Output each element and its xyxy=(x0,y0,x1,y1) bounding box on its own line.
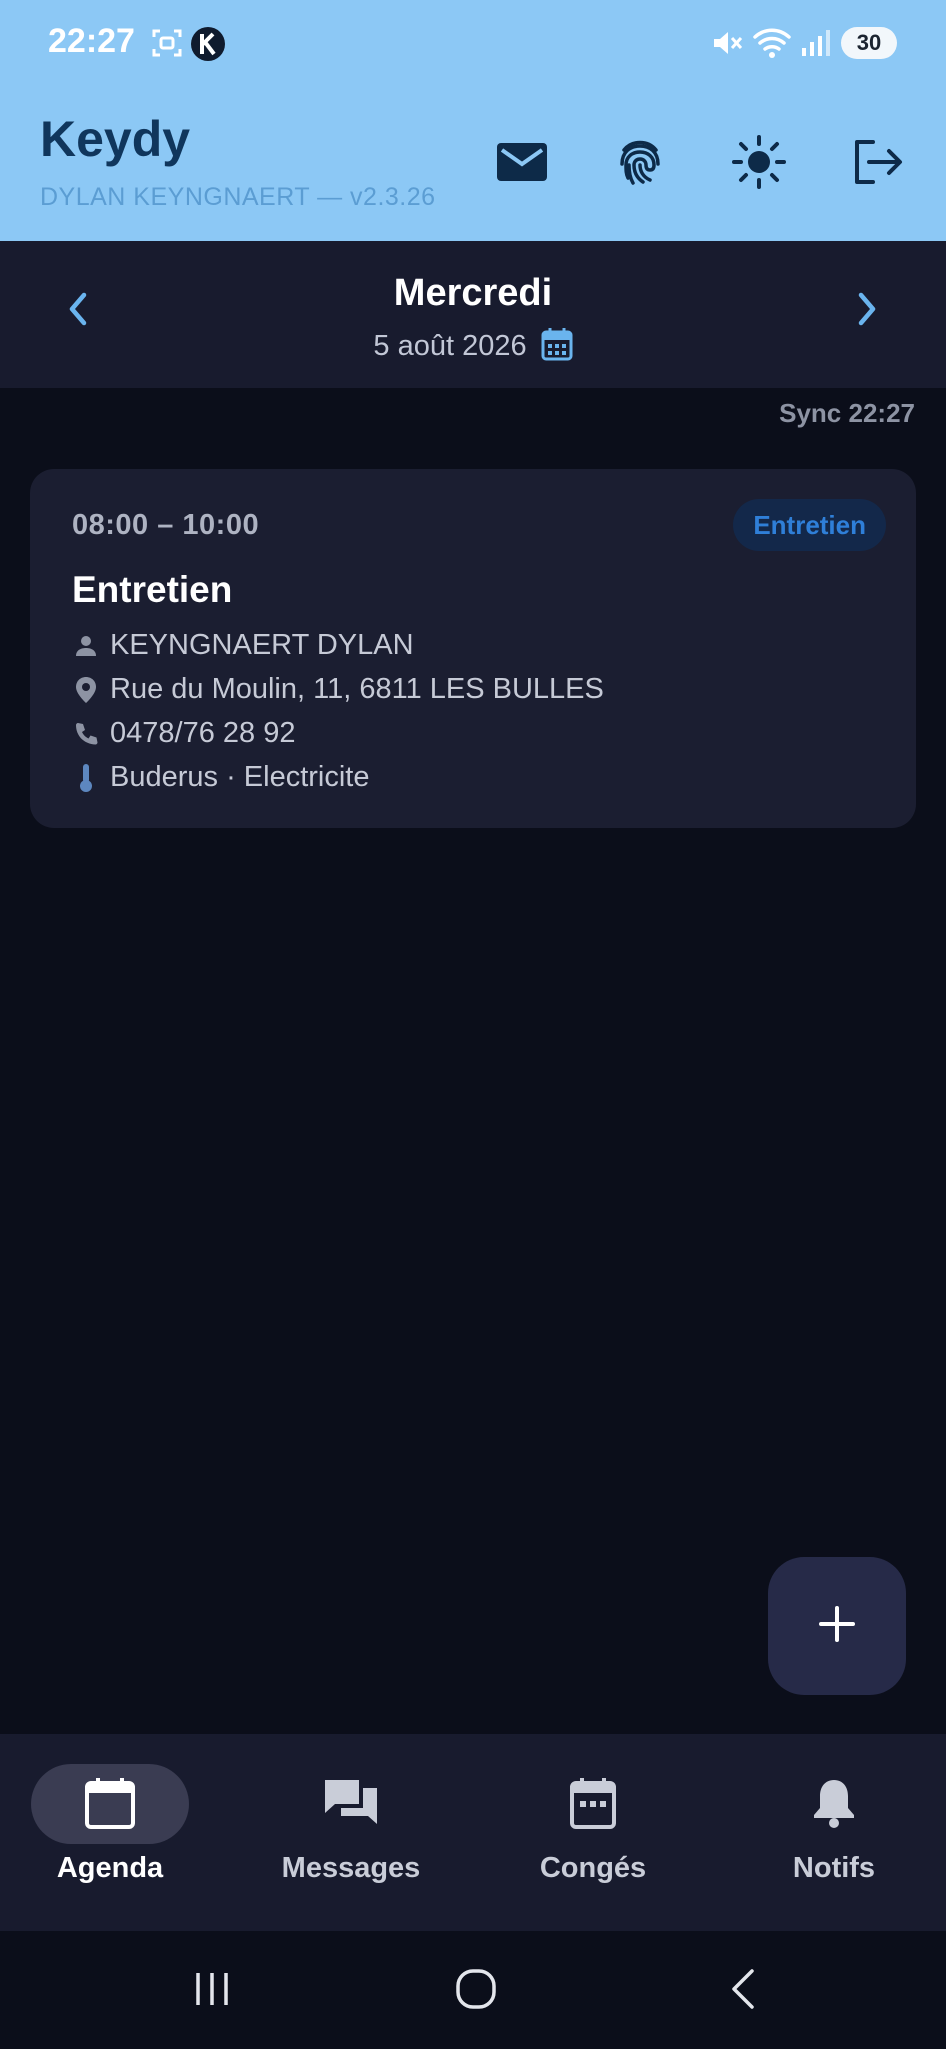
battery-indicator: 30 xyxy=(841,27,897,59)
appointment-card[interactable]: 08:00 – 10:00 Entretien Entretien KEYNGN… xyxy=(30,469,916,828)
logout-button[interactable] xyxy=(845,132,909,196)
thermometer-icon xyxy=(72,763,100,792)
add-appointment-button[interactable] xyxy=(768,1557,906,1695)
appointment-type-badge: Entretien xyxy=(733,499,886,551)
appointment-time: 08:00 – 10:00 xyxy=(72,509,260,541)
fingerprint-button[interactable] xyxy=(608,132,672,196)
k-app-icon xyxy=(190,26,226,67)
app-header: 22:27 30 Keydy DYLAN KEYNGNAERT — v2.3.2… xyxy=(0,0,946,241)
client-row: KEYNGNAERT DYLAN xyxy=(72,629,414,662)
tab-label: Notifs xyxy=(792,1852,876,1884)
sync-status: Sync 22:27 xyxy=(779,398,915,428)
appointment-title: Entretien xyxy=(72,569,233,610)
back-icon xyxy=(726,1967,758,2016)
tab-label: Messages xyxy=(281,1852,421,1884)
address-row: Rue du Moulin, 11, 6811 LES BULLES xyxy=(72,673,604,706)
fingerprint-icon xyxy=(616,136,664,193)
person-icon xyxy=(72,632,100,660)
mail-icon xyxy=(496,142,548,187)
chat-icon xyxy=(241,1776,461,1828)
tab-conges[interactable]: Congés xyxy=(483,1734,719,1931)
home-button[interactable] xyxy=(444,1963,508,2019)
brightness-icon xyxy=(731,134,787,195)
current-date: 5 août 2026 xyxy=(373,330,527,362)
plus-icon xyxy=(818,1605,856,1648)
client-name: KEYNGNAERT DYLAN xyxy=(110,629,414,661)
equipment-info: Buderus · Electricite xyxy=(110,761,370,793)
app-title: Keydy xyxy=(40,111,191,167)
status-bar: 22:27 30 xyxy=(0,0,946,90)
wifi-icon xyxy=(752,26,792,65)
phone-icon xyxy=(72,720,100,748)
mail-button[interactable] xyxy=(490,132,554,196)
phone-row: 0478/76 28 92 xyxy=(72,717,295,750)
tab-messages[interactable]: Messages xyxy=(241,1734,477,1931)
tab-label: Agenda xyxy=(56,1852,164,1884)
date-picker[interactable]: 5 août 2026 xyxy=(0,327,946,366)
tab-agenda[interactable]: Agenda xyxy=(0,1734,236,1931)
equipment-row: Buderus · Electricite xyxy=(72,761,370,794)
screenshot-icon xyxy=(150,26,184,65)
back-button[interactable] xyxy=(710,1963,774,2019)
app-subtitle: DYLAN KEYNGNAERT — v2.3.26 xyxy=(40,183,436,211)
signal-icon xyxy=(800,26,832,65)
tab-label: Congés xyxy=(539,1852,647,1884)
theme-toggle-button[interactable] xyxy=(727,132,791,196)
bell-icon xyxy=(724,1776,944,1828)
client-address: Rue du Moulin, 11, 6811 LES BULLES xyxy=(110,673,604,705)
calendar-icon xyxy=(541,327,573,366)
day-name: Mercredi xyxy=(393,272,553,314)
client-phone: 0478/76 28 92 xyxy=(110,717,296,749)
location-pin-icon xyxy=(72,676,100,704)
bottom-navigation: Agenda Messages Congés Notifs xyxy=(0,1734,946,1931)
system-navigation-bar xyxy=(0,1931,946,2049)
home-icon xyxy=(454,1967,498,2016)
status-time: 22:27 xyxy=(48,22,135,60)
mute-icon xyxy=(710,26,744,65)
calendar-dots-icon xyxy=(483,1776,703,1830)
logout-icon xyxy=(851,138,903,191)
calendar-icon xyxy=(0,1776,220,1830)
recent-apps-button[interactable] xyxy=(180,1963,244,2019)
tab-notifs[interactable]: Notifs xyxy=(724,1734,946,1931)
recent-apps-icon xyxy=(192,1969,232,2014)
